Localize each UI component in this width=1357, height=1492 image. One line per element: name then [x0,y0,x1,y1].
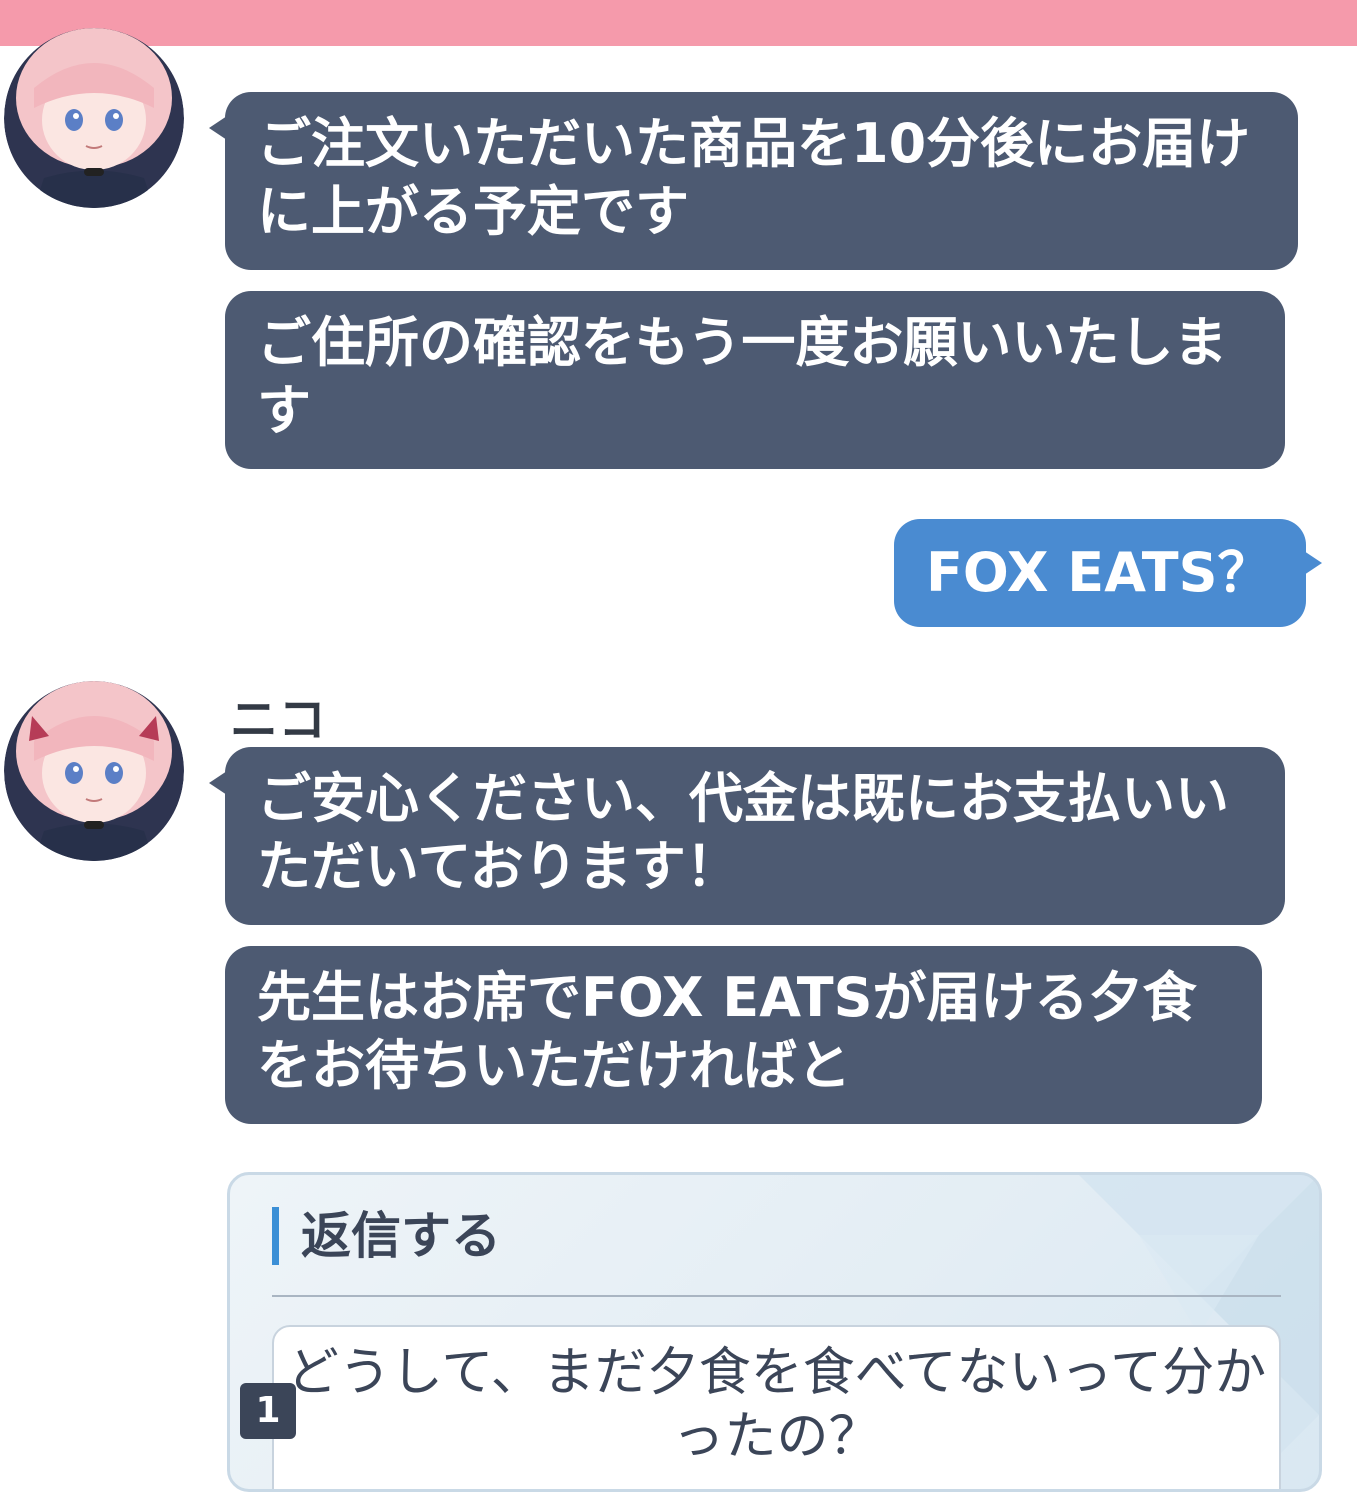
npc-message-bubble: 先生はお席でFOX EATSが届ける夕食をお待ちいただければと [225,946,1262,1124]
npc-avatar[interactable] [4,28,184,208]
reply-title: 返信する [272,1207,501,1265]
npc-message-bubble: ご住所の確認をもう一度お願いいたします [225,291,1285,469]
reply-option-text: どうして、まだ夕食を食べてないって分かったの？ [286,1343,1267,1467]
npc-message-bubble: ご注文いただいた商品を10分後にお届けに上がる予定です [209,92,1298,270]
sender-name: ニコ [230,692,327,748]
reply-option[interactable]: 1 どうして、まだ夕食を食べてないって分かったの？ [240,1325,1281,1489]
option-number-badge: 1 [240,1383,296,1439]
npc-message-bubble: ご安心ください、代金は既にお支払いいただいております！ [209,747,1285,925]
divider [272,1295,1281,1297]
top-bar [0,0,1357,46]
player-message-bubble: FOX EATS？ [894,519,1322,627]
npc-avatar[interactable] [4,681,184,861]
reply-panel: 返信する 1 どうして、まだ夕食を食べてないって分かったの？ [227,1172,1322,1492]
